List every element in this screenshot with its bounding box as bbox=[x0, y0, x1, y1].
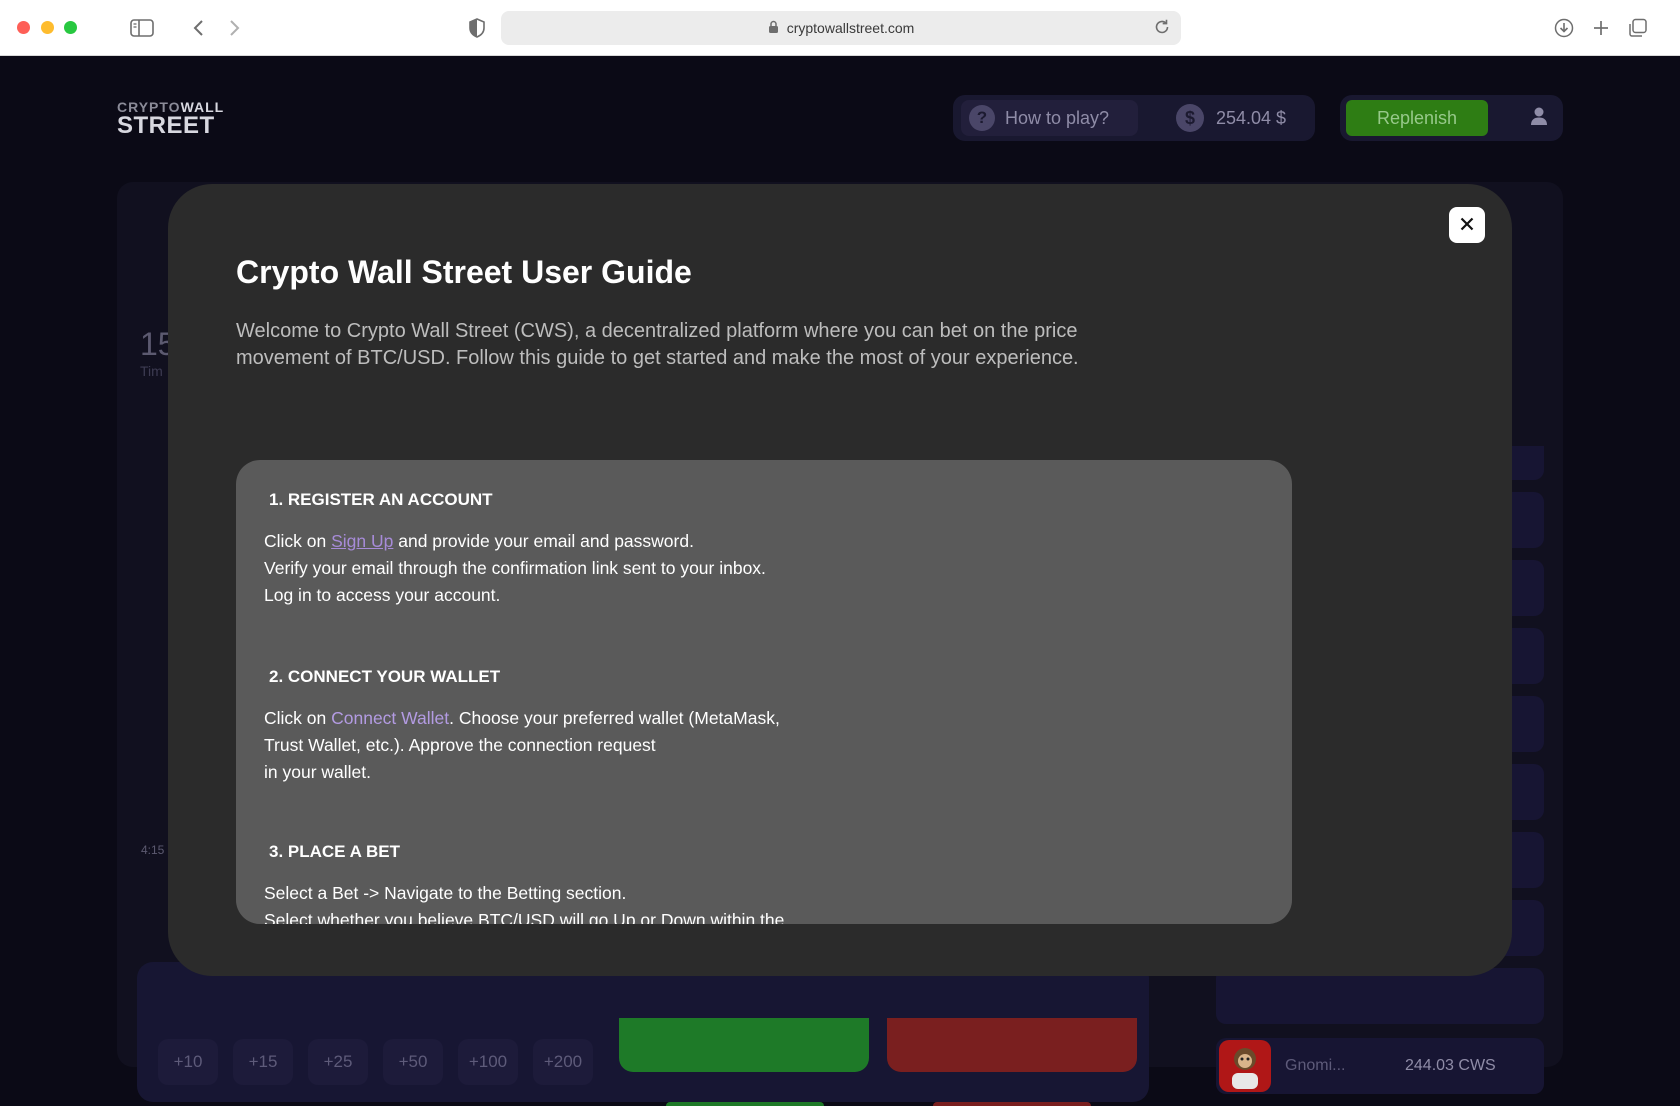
user-profile-button[interactable] bbox=[1521, 100, 1557, 136]
section-text: . Choose your preferred wallet (MetaMask… bbox=[449, 708, 780, 728]
modal-title: Crypto Wall Street User Guide bbox=[236, 254, 692, 290]
section-text: Click on bbox=[264, 531, 332, 551]
section-text: Select a Bet -> Navigate to the Betting … bbox=[264, 883, 627, 903]
lock-icon bbox=[768, 20, 779, 37]
dollar-icon: $ bbox=[1176, 104, 1204, 132]
bet-chip[interactable]: +100 bbox=[458, 1039, 518, 1085]
bet-chip[interactable]: +50 bbox=[383, 1039, 443, 1085]
new-tab-icon[interactable] bbox=[1590, 14, 1612, 42]
up-indicator bbox=[666, 1102, 824, 1106]
section-title: 1. REGISTER AN ACCOUNT bbox=[269, 490, 493, 509]
chart-time-tick: 4:15 bbox=[141, 843, 165, 857]
tab-overview-icon[interactable] bbox=[1627, 14, 1649, 42]
downloads-icon[interactable] bbox=[1552, 14, 1576, 42]
privacy-shield-icon[interactable] bbox=[466, 14, 488, 42]
section-text: and provide your email and password. bbox=[393, 531, 694, 551]
section-text: in your wallet. bbox=[264, 762, 371, 782]
bet-chip[interactable]: +10 bbox=[158, 1039, 218, 1085]
bet-chip[interactable]: +15 bbox=[233, 1039, 293, 1085]
bet-chip[interactable]: +200 bbox=[533, 1039, 593, 1085]
section-text: Verify your email through the confirmati… bbox=[264, 558, 766, 578]
browser-toolbar: cryptowallstreet.com bbox=[0, 0, 1680, 56]
window-close-button[interactable] bbox=[17, 21, 30, 34]
user-icon bbox=[1530, 106, 1548, 131]
section-title: 3. PLACE A BET bbox=[269, 842, 400, 861]
reload-icon[interactable] bbox=[1153, 18, 1171, 39]
balance-display: $ 254.04 $ bbox=[1176, 104, 1286, 132]
bet-chip-row: +10 +15 +25 +50 +100 +200 bbox=[158, 1039, 593, 1085]
section-text: Log in to access your account. bbox=[264, 585, 501, 605]
header-info-pill: ? How to play? $ 254.04 $ bbox=[953, 95, 1315, 141]
player-score: 244.03 CWS bbox=[1405, 1057, 1496, 1074]
address-bar[interactable]: cryptowallstreet.com bbox=[501, 11, 1181, 45]
player-name: Gnomi... bbox=[1285, 1057, 1346, 1074]
leaderboard-player-row: Gnomi... 244.03 CWS bbox=[1216, 1038, 1544, 1094]
question-icon: ? bbox=[969, 105, 995, 131]
sidebar-toggle-icon[interactable] bbox=[128, 14, 156, 42]
back-icon[interactable] bbox=[188, 14, 208, 42]
user-guide-modal: Crypto Wall Street User Guide Welcome to… bbox=[168, 184, 1512, 976]
guide-content-box[interactable]: 1. REGISTER AN ACCOUNT Click on Sign Up … bbox=[236, 460, 1292, 924]
bet-chip[interactable]: +25 bbox=[308, 1039, 368, 1085]
how-to-play-label: How to play? bbox=[1005, 107, 1110, 128]
section-text: Trust Wallet, etc.). Approve the connect… bbox=[264, 735, 656, 755]
close-icon bbox=[1460, 217, 1474, 234]
sign-up-link[interactable]: Sign Up bbox=[331, 531, 393, 551]
guide-section-wallet: 2. CONNECT YOUR WALLET Click on Connect … bbox=[264, 667, 864, 786]
timer-label: Tim bbox=[140, 363, 163, 379]
list-item bbox=[1216, 968, 1544, 1024]
player-avatar bbox=[1219, 1040, 1271, 1092]
connect-wallet-link[interactable]: Connect Wallet bbox=[331, 708, 449, 728]
balance-value: 254.04 $ bbox=[1216, 107, 1287, 128]
section-title: 2. CONNECT YOUR WALLET bbox=[269, 667, 501, 686]
guide-section-bet: 3. PLACE A BET Select a Bet -> Navigate … bbox=[264, 842, 864, 924]
forward-icon[interactable] bbox=[225, 14, 245, 42]
bet-up-button[interactable] bbox=[619, 1018, 869, 1072]
logo-street: STREET bbox=[117, 112, 215, 139]
section-text: Click on bbox=[264, 708, 332, 728]
how-to-play-button[interactable]: ? How to play? bbox=[961, 100, 1138, 136]
url-text: cryptowallstreet.com bbox=[786, 20, 915, 36]
down-indicator bbox=[933, 1102, 1091, 1106]
site-logo[interactable]: CRYPTOWALL STREET bbox=[117, 100, 224, 138]
modal-intro: Welcome to Crypto Wall Street (CWS), a d… bbox=[236, 320, 1079, 369]
guide-section-register: 1. REGISTER AN ACCOUNT Click on Sign Up … bbox=[264, 490, 864, 609]
header-actions: Replenish bbox=[1340, 95, 1563, 141]
section-text: Select whether you believe BTC/USD will … bbox=[264, 910, 785, 924]
bet-down-button[interactable] bbox=[887, 1018, 1137, 1072]
modal-close-button[interactable] bbox=[1449, 207, 1485, 243]
window-zoom-button[interactable] bbox=[64, 21, 77, 34]
replenish-button[interactable]: Replenish bbox=[1346, 100, 1488, 136]
window-minimize-button[interactable] bbox=[41, 21, 54, 34]
